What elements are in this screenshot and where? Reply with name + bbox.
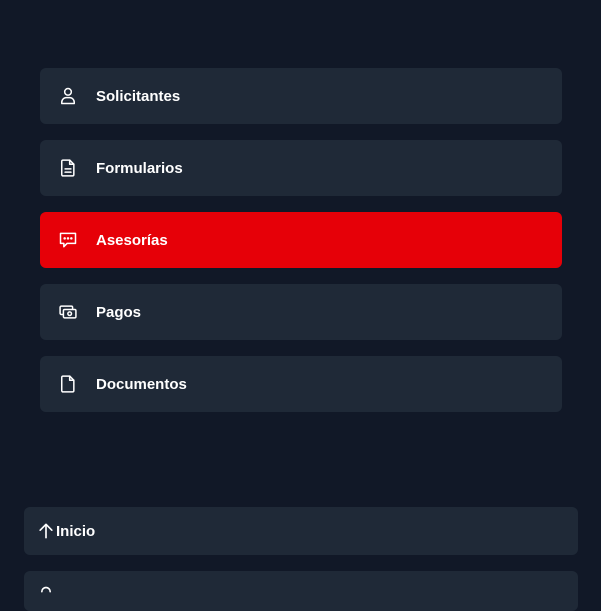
inicio-button[interactable]: Inicio <box>24 507 578 555</box>
nav-item-asesorias[interactable]: Asesorías <box>40 212 562 268</box>
bottom-item-cut-off[interactable] <box>24 571 578 611</box>
partial-icon <box>36 585 56 605</box>
arrow-up-icon <box>36 521 56 541</box>
document-icon <box>58 374 78 394</box>
sidebar-nav: Solicitantes Formularios Asesorías Pagos… <box>40 68 562 428</box>
cash-icon <box>58 302 78 322</box>
nav-item-documentos[interactable]: Documentos <box>40 356 562 412</box>
nav-item-label: Solicitantes <box>96 87 181 105</box>
user-icon <box>58 86 78 106</box>
nav-item-label: Formularios <box>96 159 183 177</box>
chat-bubble-icon <box>58 230 78 250</box>
inicio-label: Inicio <box>56 522 96 540</box>
document-text-icon <box>58 158 78 178</box>
nav-item-solicitantes[interactable]: Solicitantes <box>40 68 562 124</box>
nav-item-label: Documentos <box>96 375 187 393</box>
nav-item-formularios[interactable]: Formularios <box>40 140 562 196</box>
nav-item-label: Pagos <box>96 303 142 321</box>
nav-item-pagos[interactable]: Pagos <box>40 284 562 340</box>
nav-item-label: Asesorías <box>96 231 168 249</box>
